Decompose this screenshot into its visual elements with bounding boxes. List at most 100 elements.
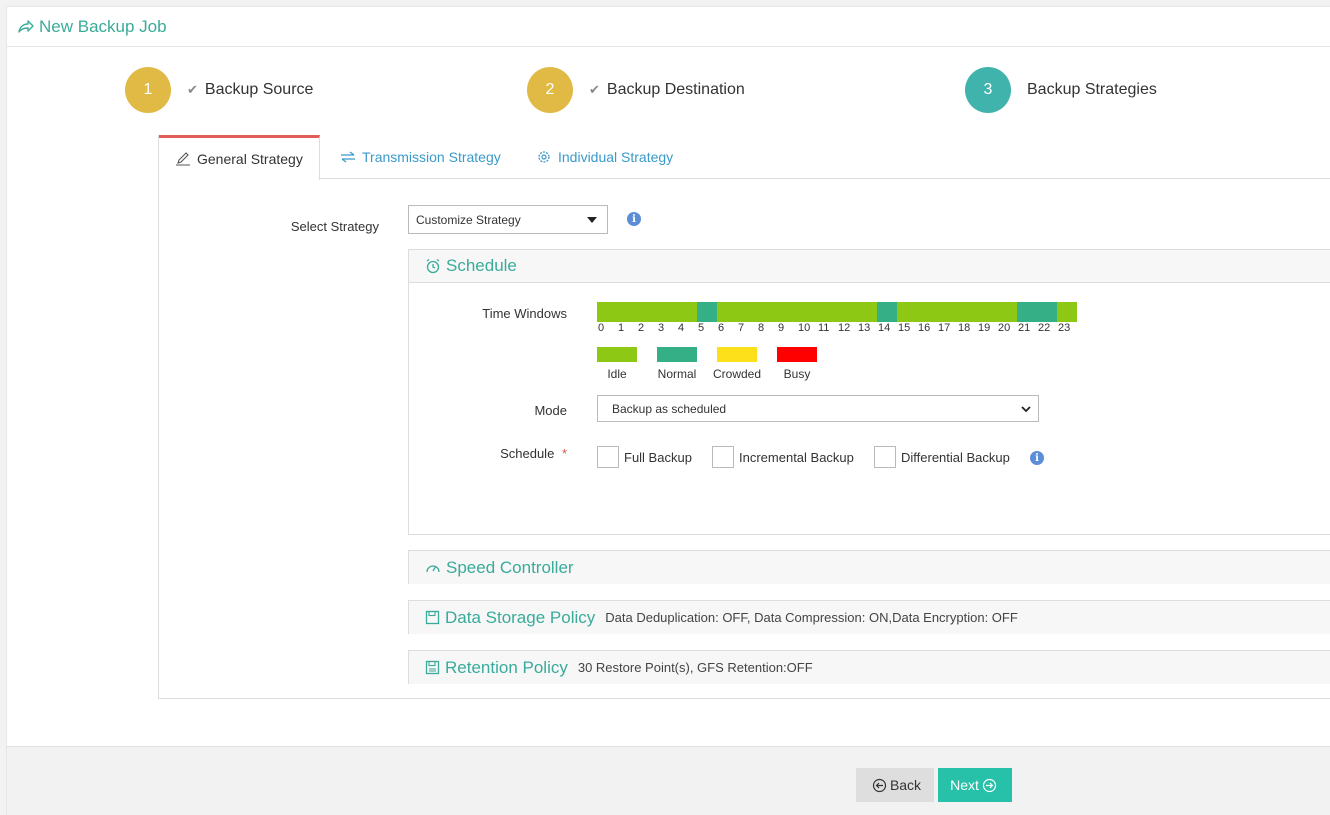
time-window-hour-16[interactable] (917, 302, 937, 322)
schedule-section-header[interactable]: Schedule (409, 250, 1330, 283)
legend-label: Busy (783, 367, 811, 381)
schedule-section: Schedule Time Windows 0 1 2 3 4 5 6 7 8 9 10 11 12 13… (408, 249, 1330, 535)
footer-bar: Back Next (7, 746, 1330, 815)
legend-swatch (717, 347, 757, 362)
hour-label: 8 (758, 322, 765, 334)
tab-label: Transmission Strategy (362, 149, 501, 165)
legend-busy: Busy (777, 347, 837, 381)
full-backup-checkbox[interactable] (597, 446, 619, 468)
strategy-tabs: General Strategy Transmission Strategy I… (159, 135, 1330, 180)
info-icon[interactable]: i (1030, 451, 1044, 465)
schedule-label: Schedule * (500, 446, 567, 461)
legend-swatch (657, 347, 697, 362)
step-backup-destination[interactable]: 2 ✔ Backup Destination (527, 67, 745, 113)
hour-label: 6 (718, 322, 725, 334)
arrow-right-circle-icon (982, 778, 996, 792)
time-window-hour-11[interactable] (817, 302, 837, 322)
caret-down-icon (587, 217, 597, 223)
time-window-hour-0[interactable] (597, 302, 617, 322)
page-header: New Backup Job (7, 7, 1330, 47)
retention-header[interactable]: Retention Policy 30 Restore Point(s), GF… (409, 651, 1330, 684)
info-icon[interactable]: i (627, 212, 641, 226)
time-window-hour-8[interactable] (757, 302, 777, 322)
legend-swatch (777, 347, 817, 362)
time-window-hour-1[interactable] (617, 302, 637, 322)
time-window-hour-17[interactable] (937, 302, 957, 322)
time-window-hour-12[interactable] (837, 302, 857, 322)
incremental-backup-option[interactable]: Incremental Backup (712, 446, 854, 468)
time-window-hour-15[interactable] (897, 302, 917, 322)
hour-label: 9 (778, 322, 785, 334)
tab-label: General Strategy (197, 151, 303, 167)
incremental-backup-checkbox[interactable] (712, 446, 734, 468)
time-window-hour-5[interactable] (697, 302, 717, 322)
hour-label: 18 (958, 322, 971, 334)
time-window-hour-13[interactable] (857, 302, 877, 322)
time-window-hour-10[interactable] (797, 302, 817, 322)
time-window-hour-7[interactable] (737, 302, 757, 322)
section-title: Speed Controller (446, 557, 574, 577)
tab-transmission-strategy[interactable]: Transmission Strategy (324, 135, 517, 179)
tab-general-strategy[interactable]: General Strategy (159, 135, 320, 180)
time-window-hour-4[interactable] (677, 302, 697, 322)
full-backup-option[interactable]: Full Backup (597, 446, 692, 468)
hour-label: 2 (638, 322, 645, 334)
time-window-hour-23[interactable] (1057, 302, 1077, 322)
time-window-hour-6[interactable] (717, 302, 737, 322)
tab-individual-strategy[interactable]: Individual Strategy (520, 135, 689, 179)
option-label: Differential Backup (901, 449, 1010, 465)
step-backup-source[interactable]: 1 ✔ Backup Source (125, 67, 313, 113)
speed-controller-section[interactable]: Speed Controller (408, 550, 1330, 584)
time-window-hour-22[interactable] (1037, 302, 1057, 322)
legend-label: Idle (607, 367, 627, 381)
option-label: Incremental Backup (739, 449, 854, 465)
time-window-hour-2[interactable] (637, 302, 657, 322)
speed-controller-header[interactable]: Speed Controller (409, 551, 1330, 584)
strategy-panel: General Strategy Transmission Strategy I… (158, 135, 1330, 699)
time-windows-bar[interactable] (597, 302, 1077, 322)
strategy-select-value: Customize Strategy (416, 212, 521, 227)
page: New Backup Job 1 ✔ Backup Source 2 ✔ Backu… (6, 6, 1330, 815)
check-icon: ✔ (187, 82, 198, 97)
step-number: 1 (125, 67, 171, 113)
required-mark: * (561, 446, 567, 461)
step-backup-strategies[interactable]: 3 Backup Strategies (965, 67, 1157, 113)
strategy-select[interactable]: Customize Strategy (408, 205, 608, 234)
legend-swatch (597, 347, 637, 362)
data-storage-section[interactable]: Data Storage Policy Data Deduplication: … (408, 600, 1330, 634)
alarm-clock-icon (426, 258, 440, 274)
share-icon (18, 20, 34, 33)
time-windows-label: Time Windows (482, 306, 567, 321)
differential-backup-option[interactable]: Differential Backup (874, 446, 1010, 468)
time-window-hour-20[interactable] (997, 302, 1017, 322)
step-number: 3 (965, 67, 1011, 113)
speedometer-icon (426, 564, 440, 572)
time-window-hour-3[interactable] (657, 302, 677, 322)
time-window-hour-18[interactable] (957, 302, 977, 322)
hour-label: 19 (978, 322, 991, 334)
legend-idle: Idle (597, 347, 657, 381)
time-window-hour-19[interactable] (977, 302, 997, 322)
chevron-down-icon (1021, 406, 1031, 413)
transfer-icon (341, 151, 355, 163)
check-icon: ✔ (589, 82, 600, 97)
step-label: Backup Strategies (1027, 81, 1157, 98)
legend-label: Normal (657, 367, 697, 381)
legend-label: Crowded (713, 367, 762, 381)
legend-crowded: Crowded (713, 347, 777, 381)
differential-backup-checkbox[interactable] (874, 446, 896, 468)
hour-label: 20 (998, 322, 1011, 334)
mode-select[interactable]: Backup as scheduled (597, 395, 1039, 422)
step-label: Backup Destination (606, 81, 745, 98)
time-window-hour-21[interactable] (1017, 302, 1037, 322)
retention-section[interactable]: Retention Policy 30 Restore Point(s), GF… (408, 650, 1330, 684)
pencil-icon (176, 152, 190, 166)
next-button-label: Next (950, 777, 979, 793)
next-button[interactable]: Next (938, 768, 1012, 802)
time-window-hour-9[interactable] (777, 302, 797, 322)
back-button[interactable]: Back (856, 768, 934, 802)
data-storage-header[interactable]: Data Storage Policy Data Deduplication: … (409, 601, 1330, 634)
hour-label: 22 (1038, 322, 1051, 334)
hour-label: 14 (878, 322, 891, 334)
time-window-hour-14[interactable] (877, 302, 897, 322)
